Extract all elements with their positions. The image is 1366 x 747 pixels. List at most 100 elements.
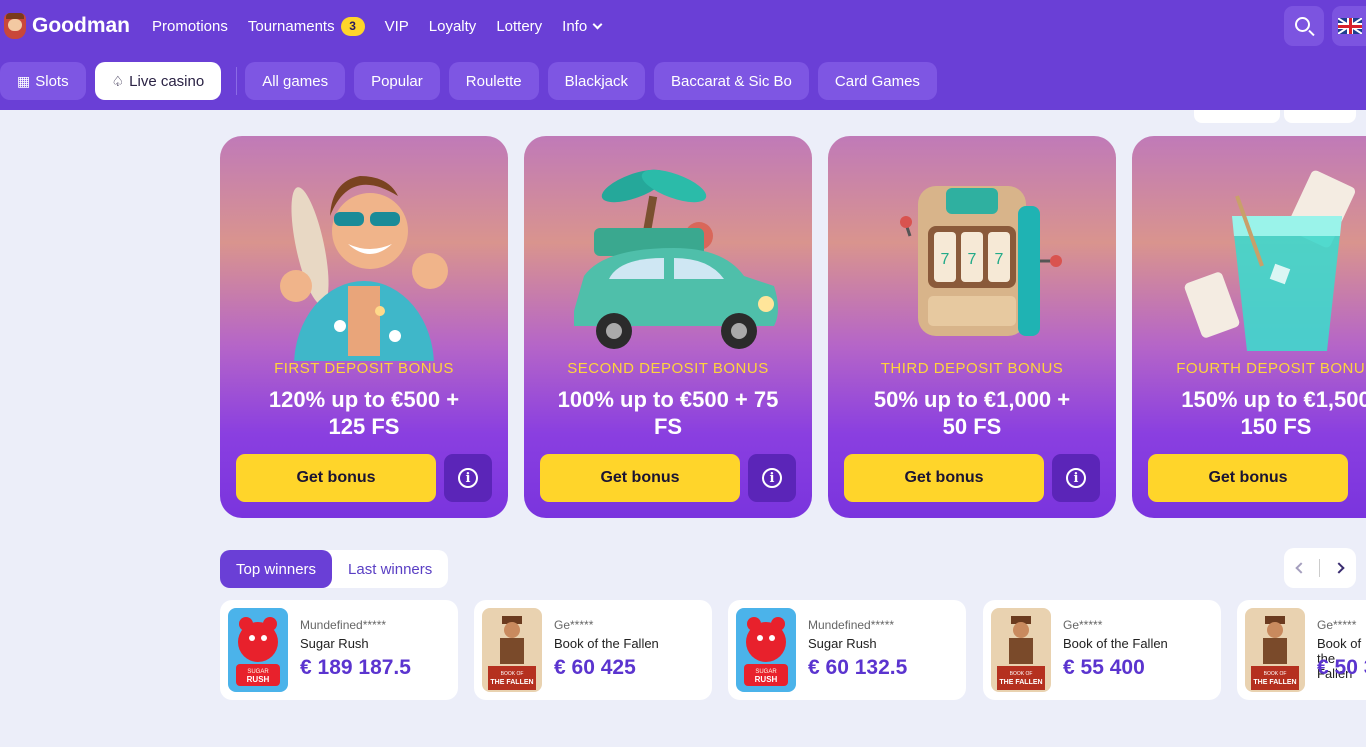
filter-label: Card Games [834,72,920,90]
winner-card[interactable]: BOOK OF THE FALLEN Ge***** Book of the F… [1237,600,1366,700]
get-bonus-button[interactable]: Get bonus [844,454,1044,502]
bonus-amount-line: 50 FS [942,414,1002,439]
nav-promotions[interactable]: Promotions [152,18,228,35]
search-icon [1295,17,1310,32]
filter-card-games[interactable]: Card Games [817,62,937,100]
winner-amount: € 50 300 [1317,656,1366,679]
svg-text:RUSH: RUSH [755,675,778,684]
bonus-amount: 100% up to €500 + 75 FS [536,386,800,440]
info-icon: i [762,468,782,488]
svg-text:BOOK OF: BOOK OF [1010,671,1033,677]
svg-text:THE FALLEN: THE FALLEN [490,679,533,686]
nav-label: Info [562,17,588,35]
bonus-amount: 120% up to €500 +125 FS [232,386,496,440]
get-bonus-button[interactable]: Get bonus [540,454,740,502]
winner-game-name: Sugar Rush [300,636,369,651]
category-slots[interactable]: ▦ Slots [0,62,86,100]
bonus-label: SECOND DEPOSIT BONUS [567,360,769,377]
tab-last-winners[interactable]: Last winners [332,550,448,588]
sugar-rush-game-thumbnail: SUGAR RUSH [228,608,288,692]
winner-amount: € 55 400 [1063,656,1145,679]
search-button[interactable] [1284,6,1324,46]
bonus-amount-line: FS [653,414,683,439]
nav-tournaments[interactable]: Tournaments 3 [248,16,365,36]
winner-card[interactable]: SUGAR RUSH Mundefined***** Sugar Rush € … [220,600,458,700]
filter-label: Roulette [465,72,522,90]
book-of-the-fallen-game-thumbnail: BOOK OF THE FALLEN [482,608,542,692]
winner-card[interactable]: BOOK OF THE FALLEN Ge***** Book of the F… [983,600,1221,700]
bonus-info-button[interactable]: i [748,454,796,502]
info-icon: i [458,468,478,488]
filter-label: Baccarat & Sic Bo [671,72,792,90]
chevron-right-icon[interactable] [1333,562,1345,574]
winner-amount: € 60 425 [554,656,636,679]
winner-username: Ge***** [554,618,594,632]
nav-label: VIP [384,17,409,35]
cocktail-with-cards-illustration [1184,170,1356,351]
nav-label: Loyalty [428,17,477,35]
chevron-down-icon [592,19,603,29]
nav-info-dropdown[interactable]: Info [562,17,603,35]
nav-label: Promotions [152,17,228,35]
bonus-amount-line: 150 FS [1240,414,1312,439]
car-with-palm-illustration [574,169,778,349]
svg-text:7: 7 [968,251,977,268]
nav-vip[interactable]: VIP [385,18,409,35]
nav-lottery[interactable]: Lottery [496,18,542,35]
svg-text:BOOK OF: BOOK OF [1264,671,1287,677]
bonus-info-button[interactable]: i [444,454,492,502]
game-category-bar: ▦ Slots ♤ Live casino All games Popular Ro… [0,52,1366,110]
brand-logo[interactable]: Goodman [4,0,130,52]
info-icon: i [1066,468,1086,488]
bonus-card-third-deposit: 7 7 7 THIRD DEPOSIT BONUS 50% up to €1,0… [828,136,1116,518]
winner-amount: € 60 132.5 [808,656,908,679]
svg-text:THE FALLEN: THE FALLEN [999,679,1042,686]
book-of-the-fallen-game-thumbnail: BOOK OF THE FALLEN [991,608,1051,692]
filter-all-games[interactable]: All games [245,62,346,100]
chevron-left-icon[interactable] [1295,562,1307,574]
bonus-amount-line: 150% up to €1,500 [1181,387,1366,412]
filter-label: All games [262,72,329,90]
svg-text:RUSH: RUSH [247,675,270,684]
get-bonus-button[interactable]: Get bonus [236,454,436,502]
filter-roulette[interactable]: Roulette [448,62,539,100]
winner-game-name: Sugar Rush [808,636,877,651]
tournaments-count-badge: 3 [340,16,365,36]
filter-baccarat-sic-bo[interactable]: Baccarat & Sic Bo [654,62,809,100]
bonus-label: FOURTH DEPOSIT BONUS [1176,360,1366,377]
category-live-casino[interactable]: ♤ Live casino [94,62,222,100]
bonus-amount-line: 125 FS [328,414,400,439]
filter-label: Popular [371,72,423,90]
svg-text:7: 7 [995,251,1004,268]
spade-icon: ♤ [111,72,125,89]
bonus-amount-line: 100% up to €500 + 75 [557,387,779,412]
carousel-next-button-partial[interactable] [1284,110,1356,123]
nav-loyalty[interactable]: Loyalty [429,18,477,35]
winner-username: Ge***** [1317,618,1357,632]
bonus-amount-line: 50% up to €1,000 + [873,387,1071,412]
language-selector[interactable] [1332,6,1366,46]
surfer-character-illustration [280,176,448,361]
winner-card[interactable]: SUGAR RUSH Mundefined***** Sugar Rush € … [728,600,966,700]
carousel-prev-button-partial[interactable] [1194,110,1280,123]
uk-flag-icon [1338,18,1362,34]
slot-machine-illustration: 7 7 7 [900,186,1062,336]
bonus-info-button[interactable]: i [1052,454,1100,502]
top-navigation-bar: Goodman Promotions Tournaments 3 VIP Loya… [0,0,1366,52]
bonus-label: THIRD DEPOSIT BONUS [880,360,1064,377]
nav-separator [1319,559,1321,577]
winners-tabs: Top winners Last winners [220,550,449,588]
bonus-card-first-deposit: FIRST DEPOSIT BONUS 120% up to €500 +125… [220,136,508,518]
winner-username: Ge***** [1063,618,1103,632]
nav-label: Lottery [496,17,543,35]
tab-top-winners[interactable]: Top winners [220,550,333,588]
svg-text:7: 7 [941,251,950,268]
winner-username: Mundefined***** [300,618,387,632]
filter-popular[interactable]: Popular [354,62,440,100]
svg-text:THE FALLEN: THE FALLEN [1253,679,1296,686]
winners-carousel-nav [1284,548,1356,588]
get-bonus-button[interactable]: Get bonus [1148,454,1348,502]
winner-card[interactable]: BOOK OF THE FALLEN Ge***** Book of the F… [474,600,712,700]
main-nav: Promotions Tournaments 3 VIP Loyalty Lott… [152,16,621,36]
filter-blackjack[interactable]: Blackjack [547,62,645,100]
